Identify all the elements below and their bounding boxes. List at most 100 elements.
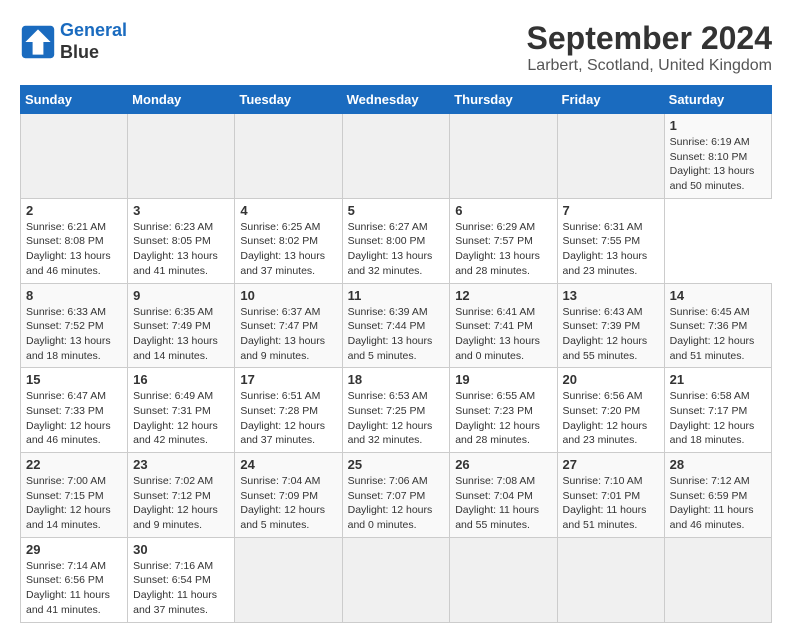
day-cell-27: 27Sunrise: 7:10 AMSunset: 7:01 PMDayligh… <box>557 453 664 538</box>
day-cell-29: 29 Sunrise: 7:14 AMSunset: 6:56 PMDayligh… <box>21 537 128 622</box>
day-info: Sunrise: 6:25 AMSunset: 8:02 PMDaylight:… <box>240 220 336 279</box>
day-number: 21 <box>670 372 766 387</box>
calendar-week-3: 15Sunrise: 6:47 AMSunset: 7:33 PMDayligh… <box>21 368 772 453</box>
day-cell-16: 16Sunrise: 6:49 AMSunset: 7:31 PMDayligh… <box>128 368 235 453</box>
day-cell-17: 17 Sunrise: 6:51 AMSunset: 7:28 PMDayligh… <box>235 368 342 453</box>
day-info: Sunrise: 7:12 AMSunset: 6:59 PMDaylight:… <box>670 474 766 533</box>
day-info: Sunrise: 6:55 AMSunset: 7:23 PMDaylight:… <box>455 389 551 448</box>
logo-line2: Blue <box>60 42 127 64</box>
day-number: 4 <box>240 203 336 218</box>
day-number: 11 <box>348 288 445 303</box>
day-cell-8: 8 Sunrise: 6:33 AMSunset: 7:52 PMDaylight… <box>21 283 128 368</box>
day-info: Sunrise: 7:16 AMSunset: 6:54 PMDaylight:… <box>133 559 229 618</box>
day-cell-28: 28 Sunrise: 7:12 AMSunset: 6:59 PMDayligh… <box>664 453 771 538</box>
day-cell-26: 26Sunrise: 7:08 AMSunset: 7:04 PMDayligh… <box>450 453 557 538</box>
day-info: Sunrise: 6:45 AMSunset: 7:36 PMDaylight:… <box>670 305 766 364</box>
empty-cell <box>128 114 235 199</box>
day-info: Sunrise: 6:51 AMSunset: 7:28 PMDaylight:… <box>240 389 336 448</box>
day-cell-2: 2Sunrise: 6:21 AMSunset: 8:08 PMDaylight… <box>21 198 128 283</box>
day-info: Sunrise: 7:10 AMSunset: 7:01 PMDaylight:… <box>563 474 659 533</box>
day-info: Sunrise: 6:58 AMSunset: 7:17 PMDaylight:… <box>670 389 766 448</box>
day-cell-7: 7Sunrise: 6:31 AMSunset: 7:55 PMDaylight… <box>557 198 664 283</box>
day-info: Sunrise: 7:08 AMSunset: 7:04 PMDaylight:… <box>455 474 551 533</box>
day-info: Sunrise: 6:35 AMSunset: 7:49 PMDaylight:… <box>133 305 229 364</box>
day-cell-25: 25Sunrise: 7:06 AMSunset: 7:07 PMDayligh… <box>342 453 450 538</box>
day-cell-14: 14Sunrise: 6:45 AMSunset: 7:36 PMDayligh… <box>664 283 771 368</box>
day-info: Sunrise: 7:04 AMSunset: 7:09 PMDaylight:… <box>240 474 336 533</box>
day-number: 13 <box>563 288 659 303</box>
day-cell-23: 23Sunrise: 7:02 AMSunset: 7:12 PMDayligh… <box>128 453 235 538</box>
day-number: 6 <box>455 203 551 218</box>
day-info: Sunrise: 6:23 AMSunset: 8:05 PMDaylight:… <box>133 220 229 279</box>
calendar-header: SundayMondayTuesdayWednesdayThursdayFrid… <box>21 86 772 114</box>
header-cell-saturday: Saturday <box>664 86 771 114</box>
day-cell-30: 30 Sunrise: 7:16 AMSunset: 6:54 PMDayligh… <box>128 537 235 622</box>
day-cell-22: 22Sunrise: 7:00 AMSunset: 7:15 PMDayligh… <box>21 453 128 538</box>
calendar-table: SundayMondayTuesdayWednesdayThursdayFrid… <box>20 85 772 623</box>
day-cell-11: 11 Sunrise: 6:39 AMSunset: 7:44 PMDayligh… <box>342 283 450 368</box>
day-info: Sunrise: 7:02 AMSunset: 7:12 PMDaylight:… <box>133 474 229 533</box>
day-cell-5: 5 Sunrise: 6:27 AMSunset: 8:00 PMDaylight… <box>342 198 450 283</box>
empty-cell <box>342 114 450 199</box>
calendar-week-4: 22Sunrise: 7:00 AMSunset: 7:15 PMDayligh… <box>21 453 772 538</box>
header-cell-wednesday: Wednesday <box>342 86 450 114</box>
day-number: 17 <box>240 372 336 387</box>
day-info: Sunrise: 6:33 AMSunset: 7:52 PMDaylight:… <box>26 305 122 364</box>
day-cell-4: 4 Sunrise: 6:25 AMSunset: 8:02 PMDaylight… <box>235 198 342 283</box>
empty-cell <box>557 114 664 199</box>
calendar-title: September 2024 <box>527 20 772 57</box>
day-info: Sunrise: 6:27 AMSunset: 8:00 PMDaylight:… <box>348 220 445 279</box>
day-number: 29 <box>26 542 122 557</box>
calendar-week-2: 8 Sunrise: 6:33 AMSunset: 7:52 PMDaylight… <box>21 283 772 368</box>
empty-cell <box>557 537 664 622</box>
day-number: 3 <box>133 203 229 218</box>
day-cell-12: 12 Sunrise: 6:41 AMSunset: 7:41 PMDayligh… <box>450 283 557 368</box>
day-cell-10: 10Sunrise: 6:37 AMSunset: 7:47 PMDayligh… <box>235 283 342 368</box>
day-info: Sunrise: 6:39 AMSunset: 7:44 PMDaylight:… <box>348 305 445 364</box>
calendar-subtitle: Larbert, Scotland, United Kingdom <box>527 57 772 75</box>
header-cell-monday: Monday <box>128 86 235 114</box>
day-number: 8 <box>26 288 122 303</box>
day-cell-19: 19Sunrise: 6:55 AMSunset: 7:23 PMDayligh… <box>450 368 557 453</box>
day-cell-21: 21 Sunrise: 6:58 AMSunset: 7:17 PMDayligh… <box>664 368 771 453</box>
day-cell-24: 24 Sunrise: 7:04 AMSunset: 7:09 PMDayligh… <box>235 453 342 538</box>
day-number: 5 <box>348 203 445 218</box>
day-cell-20: 20Sunrise: 6:56 AMSunset: 7:20 PMDayligh… <box>557 368 664 453</box>
day-number: 28 <box>670 457 766 472</box>
day-number: 12 <box>455 288 551 303</box>
empty-cell <box>342 537 450 622</box>
empty-cell <box>235 537 342 622</box>
calendar-week-0: 1Sunrise: 6:19 AMSunset: 8:10 PMDaylight… <box>21 114 772 199</box>
day-info: Sunrise: 7:14 AMSunset: 6:56 PMDaylight:… <box>26 559 122 618</box>
empty-cell <box>450 537 557 622</box>
day-info: Sunrise: 6:43 AMSunset: 7:39 PMDaylight:… <box>563 305 659 364</box>
day-info: Sunrise: 7:06 AMSunset: 7:07 PMDaylight:… <box>348 474 445 533</box>
day-number: 2 <box>26 203 122 218</box>
empty-cell <box>450 114 557 199</box>
day-cell-1: 1Sunrise: 6:19 AMSunset: 8:10 PMDaylight… <box>664 114 771 199</box>
day-info: Sunrise: 6:19 AMSunset: 8:10 PMDaylight:… <box>670 135 766 194</box>
header-cell-sunday: Sunday <box>21 86 128 114</box>
logo-line1: General <box>60 20 127 40</box>
day-number: 9 <box>133 288 229 303</box>
day-info: Sunrise: 6:41 AMSunset: 7:41 PMDaylight:… <box>455 305 551 364</box>
logo: General Blue <box>20 20 127 63</box>
calendar-week-5: 29 Sunrise: 7:14 AMSunset: 6:56 PMDayligh… <box>21 537 772 622</box>
empty-cell <box>21 114 128 199</box>
day-info: Sunrise: 6:49 AMSunset: 7:31 PMDaylight:… <box>133 389 229 448</box>
header-cell-thursday: Thursday <box>450 86 557 114</box>
day-number: 10 <box>240 288 336 303</box>
day-number: 15 <box>26 372 122 387</box>
day-cell-9: 9 Sunrise: 6:35 AMSunset: 7:49 PMDaylight… <box>128 283 235 368</box>
header: General Blue September 2024 Larbert, Sco… <box>20 20 772 75</box>
header-row: SundayMondayTuesdayWednesdayThursdayFrid… <box>21 86 772 114</box>
day-cell-13: 13 Sunrise: 6:43 AMSunset: 7:39 PMDayligh… <box>557 283 664 368</box>
day-number: 24 <box>240 457 336 472</box>
title-section: September 2024 Larbert, Scotland, United… <box>527 20 772 75</box>
empty-cell <box>235 114 342 199</box>
day-number: 22 <box>26 457 122 472</box>
day-number: 18 <box>348 372 445 387</box>
day-number: 30 <box>133 542 229 557</box>
empty-cell <box>664 537 771 622</box>
day-cell-6: 6Sunrise: 6:29 AMSunset: 7:57 PMDaylight… <box>450 198 557 283</box>
